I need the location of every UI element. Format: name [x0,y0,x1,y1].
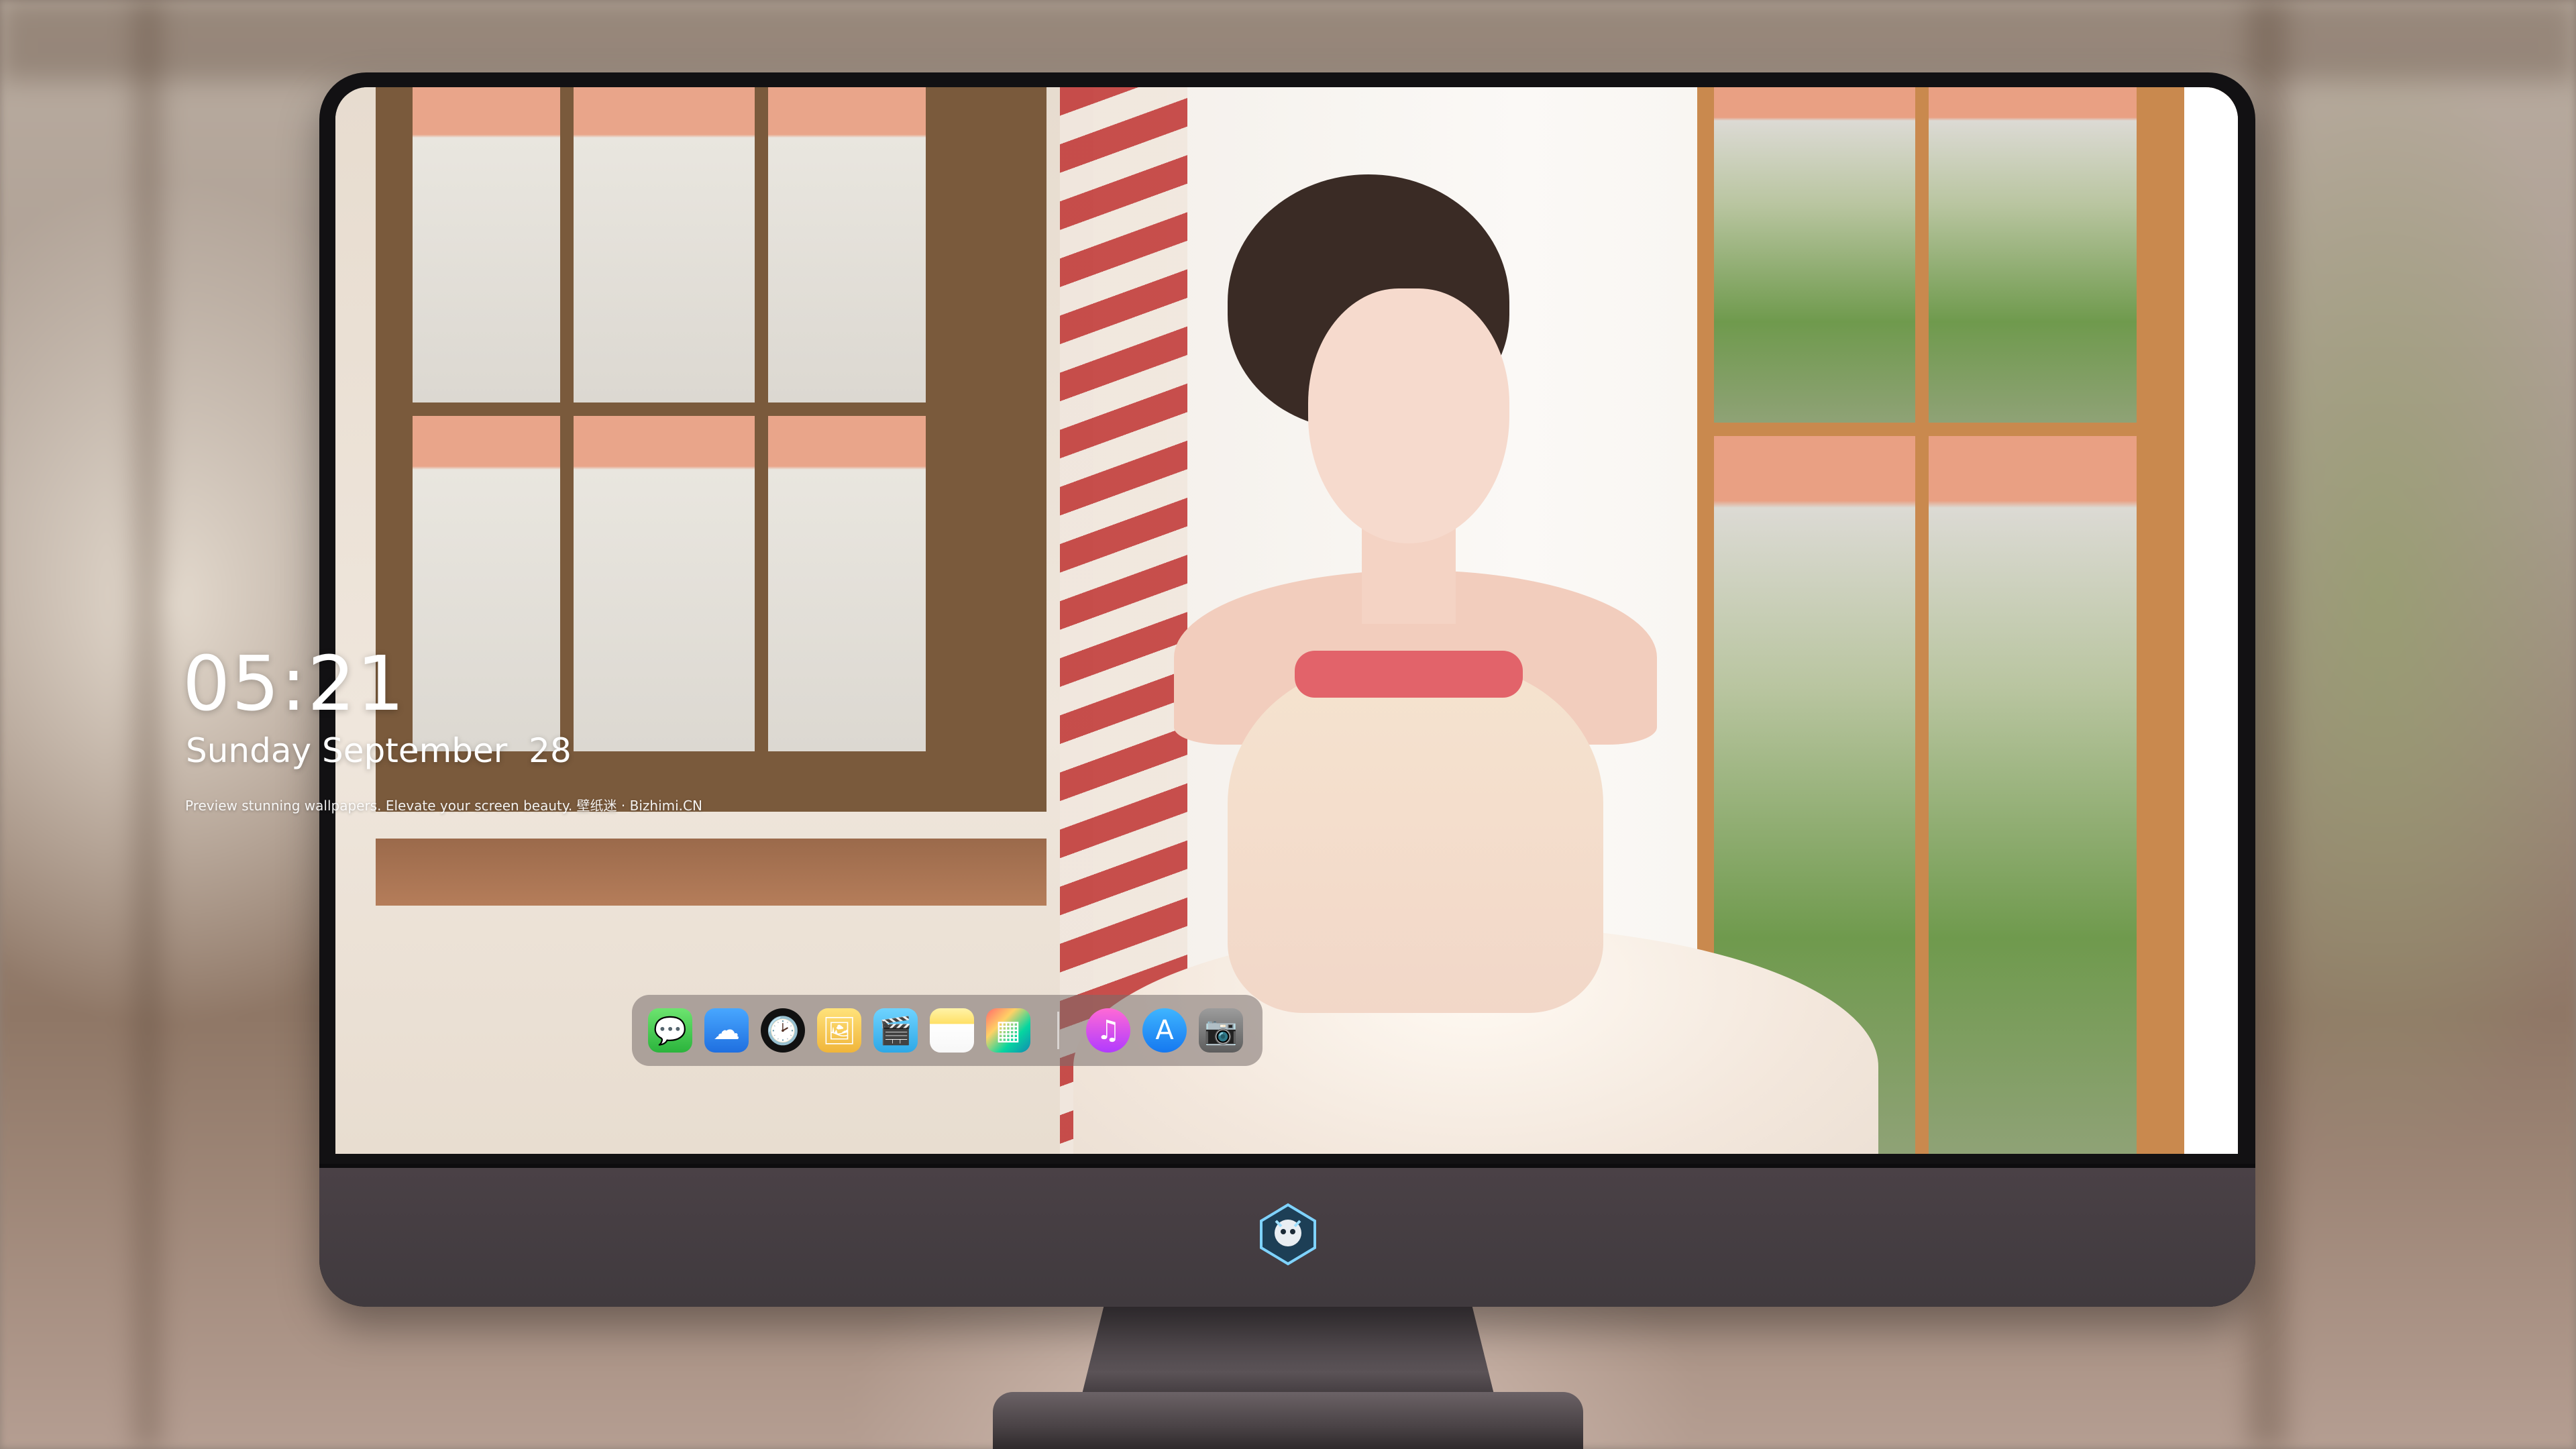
notes-icon[interactable] [930,1008,974,1053]
preview-icon[interactable]: 🖼 [817,1008,861,1053]
camera-icon[interactable]: 📷 [1199,1008,1243,1053]
wallpaper-caption: Preview stunning wallpapers. Elevate you… [185,798,702,814]
monitor-stand-neck [1080,1301,1496,1402]
clapper-icon[interactable]: 🎬 [873,1008,918,1053]
clock-icon[interactable]: 🕑 [761,1008,805,1053]
dock-separator [1057,1012,1059,1049]
dragon-mascot-icon [1254,1201,1322,1268]
weather-icon[interactable]: ☁ [704,1008,749,1053]
monitor-stand-foot [993,1392,1583,1449]
lockscreen-time: 05:21 [182,641,406,728]
music-icon[interactable]: ♫ [1086,1008,1130,1053]
dock: 💬 ☁ 🕑 🖼 🎬 ▦ ♫ A 📷 [632,995,1263,1066]
wallpaper-window-left [376,87,1046,906]
photos-icon[interactable]: ▦ [986,1008,1030,1053]
app-store-icon[interactable]: A [1142,1008,1187,1053]
lockscreen-date: Sunday September 28 [186,731,572,770]
messages-icon[interactable]: 💬 [648,1008,692,1053]
lockscreen [335,87,2238,1154]
